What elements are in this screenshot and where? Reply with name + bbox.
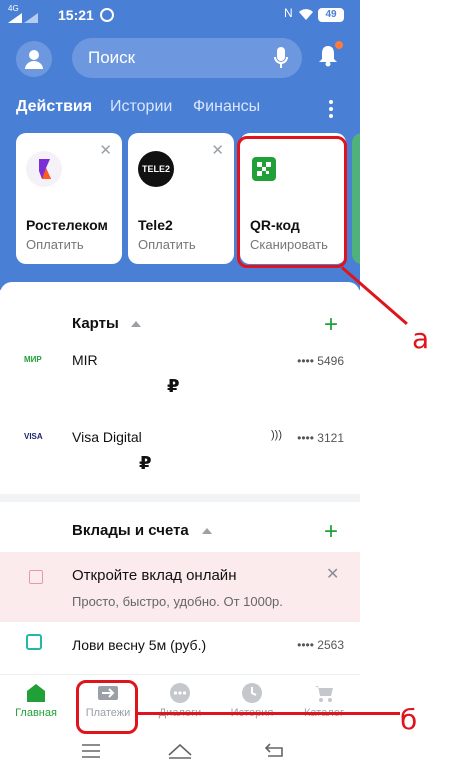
card-name[interactable]: MIR (72, 352, 98, 368)
cards-section-title[interactable]: Карты (72, 315, 119, 332)
deposit-icon (29, 570, 43, 584)
action-card-tele2[interactable]: TELE2 ✕ Tele2 Оплатить (128, 133, 234, 264)
battery-icon: 49 (318, 8, 344, 22)
microphone-icon[interactable] (274, 47, 288, 69)
cart-icon (315, 686, 333, 702)
action-card-rostelecom[interactable]: ✕ Ростелеком Оплатить (16, 133, 122, 264)
nav-home[interactable]: Главная (0, 683, 72, 719)
deposit-promo-banner[interactable]: Откройте вклад онлайн Просто, быстро, уд… (0, 552, 360, 622)
card-number: •••• 5496 (297, 354, 344, 368)
account-number: •••• 2563 (297, 638, 344, 652)
card-balance: ₽ (139, 453, 152, 473)
card-action: Оплатить (26, 237, 84, 252)
account-name[interactable]: Лови весну 5м (руб.) (72, 637, 206, 653)
card-number: •••• 3121 (297, 431, 344, 445)
rostelecom-logo-mark (39, 159, 51, 179)
profile-avatar[interactable] (16, 41, 52, 77)
main-content: Карты + МИР MIR •••• 5496 ₽ VISA Visa Di… (0, 282, 360, 680)
home-button-icon[interactable] (168, 741, 192, 759)
notification-dot (335, 41, 343, 49)
annotation-line-b (138, 712, 400, 715)
tab-actions[interactable]: Действия (16, 98, 92, 116)
contactless-icon: ))) (271, 429, 282, 441)
annotation-box-qr (237, 136, 347, 268)
home-icon (27, 684, 45, 702)
viber-icon (100, 8, 114, 22)
system-navigation (0, 732, 360, 772)
wifi-icon (299, 9, 313, 20)
tab-stories[interactable]: Истории (110, 98, 172, 116)
accounts-section-title[interactable]: Вклады и счета (72, 522, 189, 539)
promo-title: Откройте вклад онлайн (72, 567, 237, 584)
add-account-icon[interactable]: + (324, 520, 338, 544)
account-icon (26, 634, 42, 650)
close-icon[interactable]: ✕ (211, 141, 224, 159)
annotation-label-b: б (400, 703, 418, 736)
tele2-logo: TELE2 (138, 151, 174, 187)
clock: 15:21 (58, 7, 94, 23)
add-card-icon[interactable]: + (324, 313, 338, 337)
annotation-label-a: а (412, 322, 430, 355)
menu-icon[interactable] (82, 744, 100, 758)
close-icon[interactable]: ✕ (326, 564, 339, 584)
annotation-box-payments (76, 680, 138, 734)
search-placeholder: Поиск (88, 48, 136, 67)
mir-logo: МИР (24, 355, 42, 364)
section-divider (0, 494, 360, 502)
card-action: Оплатить (138, 237, 196, 252)
back-icon[interactable] (264, 742, 284, 758)
card-balance: ₽ (167, 376, 180, 396)
bottom-navigation: Главная Платежи Диалоги История Каталог (0, 674, 360, 732)
rostelecom-logo (26, 151, 62, 187)
user-icon (25, 50, 43, 69)
status-bar: 4G 15:21 N 49 (0, 0, 360, 30)
card-name: Ростелеком (26, 217, 108, 233)
visa-logo: VISA (24, 432, 43, 441)
network-type: 4G (8, 4, 19, 13)
action-card-partial[interactable] (352, 133, 360, 264)
nav-label: Главная (15, 707, 57, 719)
card-name: Tele2 (138, 217, 173, 233)
collapse-caret-icon[interactable] (202, 528, 212, 534)
more-menu-icon[interactable] (328, 100, 334, 121)
search-bar[interactable]: Поиск (72, 38, 302, 78)
tab-finance[interactable]: Финансы (193, 98, 260, 116)
bell-icon[interactable] (318, 45, 338, 67)
clock-icon (242, 683, 262, 703)
chat-icon (170, 683, 190, 703)
phone-screen: 4G 15:21 N 49 Поиск Действия Истории Фин… (0, 0, 360, 772)
collapse-caret-icon[interactable] (131, 321, 141, 327)
nfc-icon: N (284, 6, 293, 20)
close-icon[interactable]: ✕ (99, 141, 112, 159)
signal-icon-2 (24, 13, 38, 23)
card-name[interactable]: Visa Digital (72, 429, 142, 445)
signal-icon (8, 13, 22, 23)
promo-subtitle: Просто, быстро, удобно. От 1000р. (72, 594, 283, 609)
